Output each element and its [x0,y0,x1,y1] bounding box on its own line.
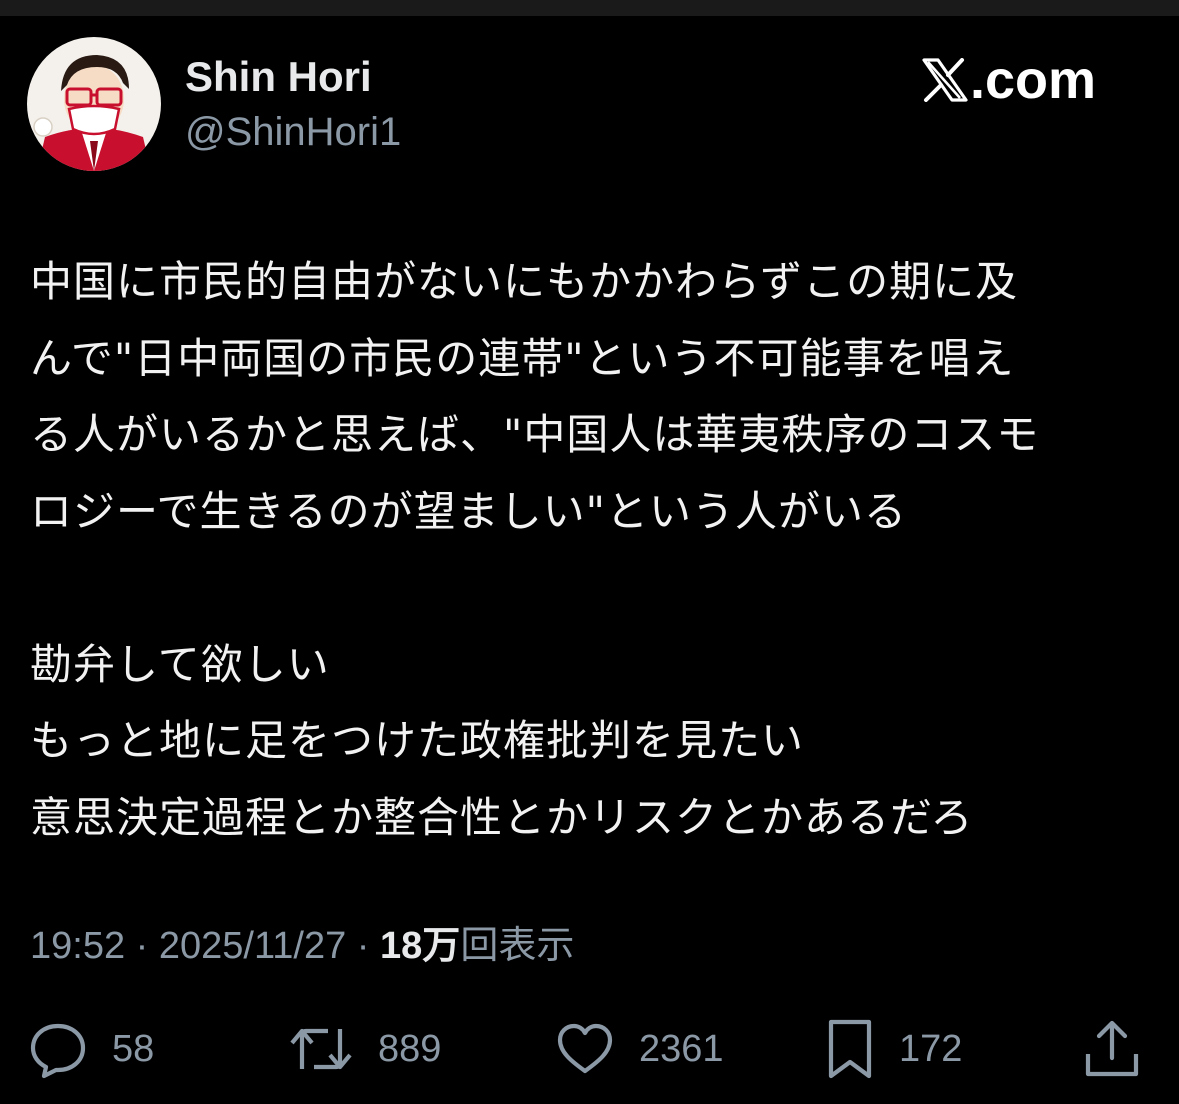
tweet-line: 勘弁して欲しい [30,639,330,689]
meta-separator: · [125,925,159,967]
brand-domain-text: .com [970,50,1097,110]
like-button[interactable]: 2361 [555,1018,724,1080]
tweet-text: 中国に市民的自由がないにもかかわらずこの期に及 んで"日中両国の市民の連帯"とい… [30,244,1155,856]
action-bar: 58 889 2361 172 [0,1018,1179,1080]
author-avatar[interactable] [27,37,161,171]
post-date[interactable]: 2025/11/27 [159,925,346,967]
share-icon [1085,1020,1139,1077]
x-logo-icon [922,58,968,102]
repost-count: 889 [378,1027,442,1070]
tweet-line: もっと地に足をつけた政権批判を見たい [30,716,805,765]
reply-button[interactable]: 58 [28,1018,154,1080]
meta-separator: · [346,925,381,967]
bookmark-button[interactable]: 172 [825,1018,962,1080]
view-label: 回表示 [460,925,575,967]
heart-icon [557,1023,613,1074]
top-strip [0,0,1179,16]
tweet-line: ロジーで生きるのが望ましい"という人がいる [30,486,907,536]
reply-count: 58 [112,1027,155,1070]
share-button[interactable] [1082,1018,1142,1080]
avatar-illustration-icon [27,37,161,171]
author-name[interactable]: Shin Hori [185,52,372,102]
post-time[interactable]: 19:52 [30,925,125,967]
repost-button[interactable]: 889 [288,1018,441,1080]
tweet-line: 中国に市民的自由がないにもかかわらずこの期に及 [30,257,1019,306]
tweet-line: 意思決定過程とか整合性とかリスクとかあるだろ [30,792,974,842]
tweet-line: んで"日中両国の市民の連帯"という不可能事を唱え [30,333,1015,383]
x-com-brand: .com [922,50,1096,110]
bookmark-icon [828,1019,872,1079]
like-count: 2361 [639,1027,724,1070]
author-handle[interactable]: @ShinHori1 [185,108,401,156]
tweet-meta: 19:52 · 2025/11/27 · 18万回表示 [30,922,574,970]
repost-icon [290,1028,352,1070]
view-count: 18万 [380,925,461,967]
tweet-line: る人がいるかと思えば、"中国人は華夷秩序のコスモ [30,410,1040,459]
reply-icon [30,1023,86,1079]
bookmark-count: 172 [899,1027,963,1070]
